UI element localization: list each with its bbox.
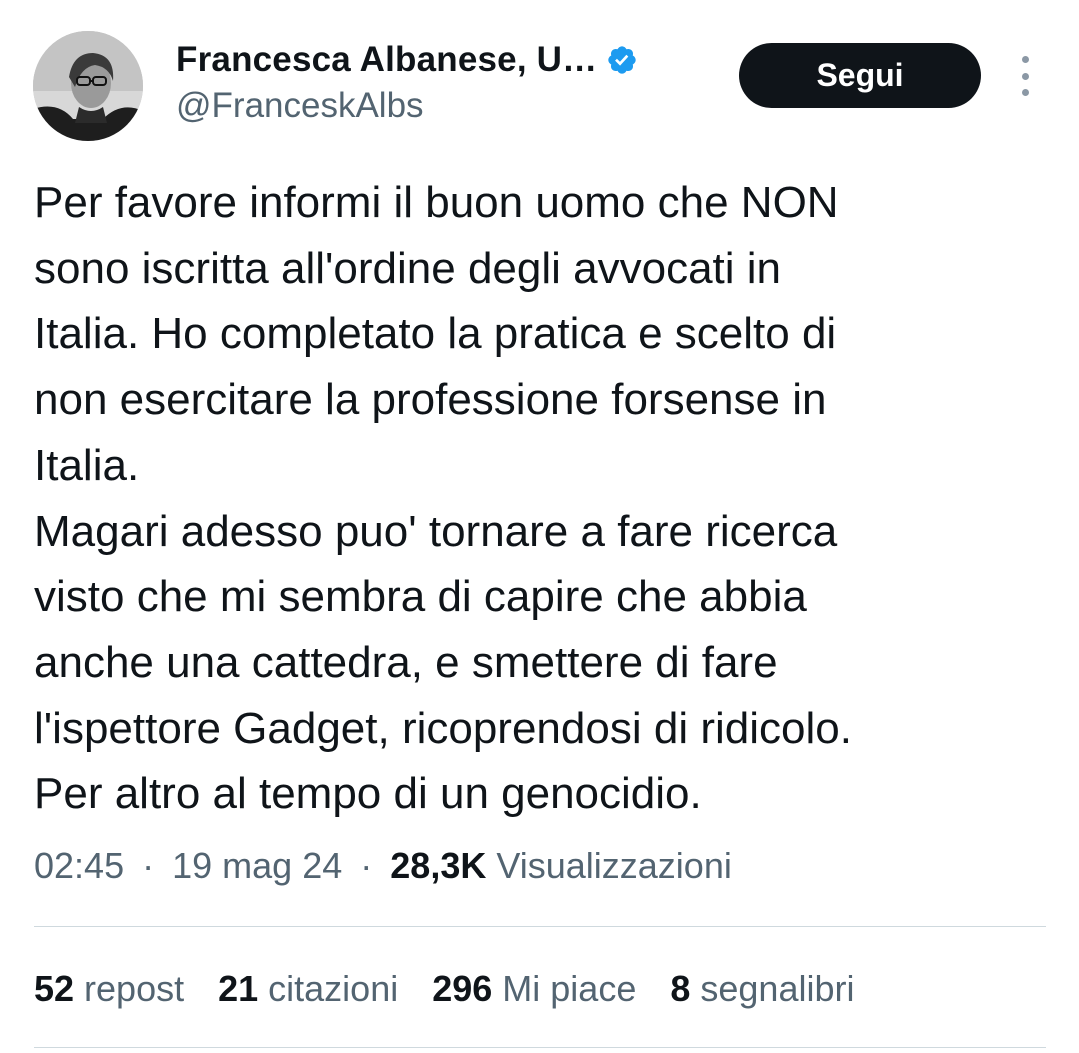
dot	[1021, 89, 1029, 96]
tweet-text: Per favore informi il buon uomo che NON …	[34, 170, 1044, 827]
tweet-meta: 02:45 · 19 mag 24 · 28,3K Visualizzazion…	[34, 845, 732, 887]
tweet-text-line: sono iscritta all'ordine degli avvocati …	[34, 243, 782, 293]
dot	[1021, 72, 1029, 80]
tweet-text-line: l'ispettore Gadget, ricoprendosi di ridi…	[34, 703, 852, 753]
tweet-text-line: Per altro al tempo di un genocidio.	[34, 769, 702, 819]
avatar[interactable]	[33, 31, 143, 141]
author-display-name[interactable]: Francesca Albanese, U…	[176, 40, 597, 80]
stat-label: Mi piace	[502, 968, 637, 1009]
author-name-row[interactable]: Francesca Albanese, U…	[176, 40, 638, 80]
views-label[interactable]: Visualizzazioni	[496, 845, 731, 886]
stat-label: segnalibri	[700, 968, 855, 1009]
follow-button[interactable]: Segui	[739, 43, 981, 108]
meta-separator: ·	[142, 845, 155, 886]
divider	[34, 926, 1046, 927]
meta-separator: ·	[360, 845, 373, 886]
stat-likes[interactable]: 296 Mi piace	[432, 968, 636, 1010]
verified-badge-icon	[606, 44, 638, 76]
tweet-text-line: non esercitare la professione forsense i…	[34, 375, 827, 425]
tweet-text-line: Italia.	[34, 440, 140, 490]
stat-count: 296	[432, 968, 493, 1009]
stat-label: repost	[84, 968, 185, 1009]
stat-bookmarks[interactable]: 8 segnalibri	[670, 968, 854, 1010]
stat-label: citazioni	[268, 968, 399, 1009]
vertical-ellipsis-icon[interactable]	[1010, 56, 1040, 96]
engagement-stats: 52 repost 21 citazioni 296 Mi piace 8 se…	[34, 968, 854, 1010]
dot	[1021, 56, 1029, 63]
tweet-text-line: visto che mi sembra di capire che abbia	[34, 572, 807, 622]
tweet-text-line: Italia. Ho completato la pratica e scelt…	[34, 309, 837, 359]
avatar-photo	[33, 31, 143, 141]
stat-count: 8	[670, 968, 691, 1009]
divider	[34, 1047, 1046, 1048]
tweet-text-line: Magari adesso puo' tornare a fare ricerc…	[34, 506, 838, 556]
stat-count: 52	[34, 968, 75, 1009]
tweet-text-line: Per favore informi il buon uomo che NON	[34, 178, 839, 227]
tweet-time[interactable]: 02:45	[34, 845, 124, 886]
tweet-header: Francesca Albanese, U… @FranceskAlbs Seg…	[0, 0, 1079, 150]
stat-count: 21	[218, 968, 259, 1009]
tweet-text-line: anche una cattedra, e smettere di fare	[34, 637, 778, 687]
stat-quotes[interactable]: 21 citazioni	[218, 968, 398, 1010]
stat-reposts[interactable]: 52 repost	[34, 968, 184, 1010]
views-count[interactable]: 28,3K	[390, 845, 486, 886]
author-handle[interactable]: @FranceskAlbs	[176, 86, 424, 126]
tweet-date[interactable]: 19 mag 24	[172, 845, 342, 886]
